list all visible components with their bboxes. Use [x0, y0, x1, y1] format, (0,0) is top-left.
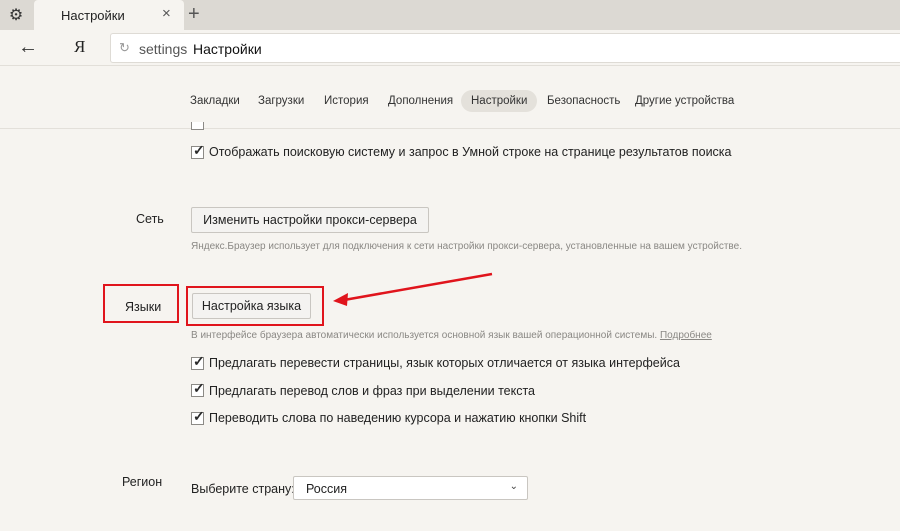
chevron-down-icon: ⌄: [509, 481, 518, 492]
check-icon: ✓: [193, 353, 205, 369]
checkbox-translate-pages[interactable]: ✓: [191, 353, 205, 370]
checkbox-label: Отображать поисковую систему и запрос в …: [209, 145, 732, 159]
back-button[interactable]: ←: [18, 36, 38, 58]
close-icon[interactable]: ×: [162, 6, 171, 22]
checkbox-label: Переводить слова по наведению курсора и …: [209, 411, 587, 425]
nav-downloads[interactable]: Загрузки: [248, 90, 314, 112]
reload-icon[interactable]: ↻: [119, 40, 130, 56]
nav-settings[interactable]: Настройки: [461, 90, 538, 112]
country-select-value: Россия: [306, 482, 347, 496]
toolbar: ← Я ↻ settings Настройки: [0, 30, 900, 66]
language-settings-button[interactable]: Настройка языка: [192, 293, 311, 319]
check-icon: ✓: [193, 142, 205, 158]
check-icon: ✓: [193, 408, 205, 424]
nav-divider: [0, 128, 900, 129]
checkbox-translate-hover[interactable]: ✓: [191, 408, 205, 425]
checkbox-partial[interactable]: [191, 122, 204, 130]
url-prefix: settings: [139, 41, 188, 57]
annotation-arrow: [333, 272, 493, 306]
checkbox-show-search[interactable]: ✓: [191, 142, 205, 159]
section-label-region: Регион: [122, 475, 163, 489]
country-select-label: Выберите страну:: [191, 482, 295, 496]
language-hint: В интерфейсе браузера автоматически испо…: [191, 330, 712, 341]
proxy-settings-button[interactable]: Изменить настройки прокси-сервера: [191, 207, 429, 233]
section-label-languages: Языки: [125, 300, 162, 314]
nav-security[interactable]: Безопасность: [537, 90, 630, 112]
country-select[interactable]: Россия ⌄: [293, 476, 528, 500]
checkbox-label: Предлагать перевод слов и фраз при выдел…: [209, 384, 536, 398]
language-hint-text: В интерфейсе браузера автоматически испо…: [191, 330, 658, 341]
tab-settings[interactable]: Настройки ×: [34, 0, 184, 30]
check-icon: ✓: [193, 380, 205, 396]
nav-bookmarks[interactable]: Закладки: [180, 90, 250, 112]
checkbox-label: Предлагать перевести страницы, язык кото…: [209, 356, 680, 370]
address-bar[interactable]: ↻ settings Настройки: [110, 33, 900, 63]
nav-other-devices[interactable]: Другие устройства: [625, 90, 744, 112]
new-tab-button[interactable]: +: [188, 3, 200, 25]
url-title: Настройки: [193, 41, 262, 57]
nav-extensions[interactable]: Дополнения: [378, 90, 463, 112]
network-hint: Яндекс.Браузер использует для подключени…: [191, 241, 742, 252]
gear-icon[interactable]: ⚙: [6, 5, 26, 25]
nav-history[interactable]: История: [314, 90, 379, 112]
more-info-link[interactable]: Подробнее: [660, 330, 712, 341]
yandex-logo[interactable]: Я: [74, 37, 85, 57]
section-label-network: Сеть: [136, 212, 164, 226]
tab-strip: ⚙ Настройки × +: [0, 0, 900, 30]
tab-title: Настройки: [61, 8, 125, 23]
checkbox-translate-selection[interactable]: ✓: [191, 380, 205, 397]
